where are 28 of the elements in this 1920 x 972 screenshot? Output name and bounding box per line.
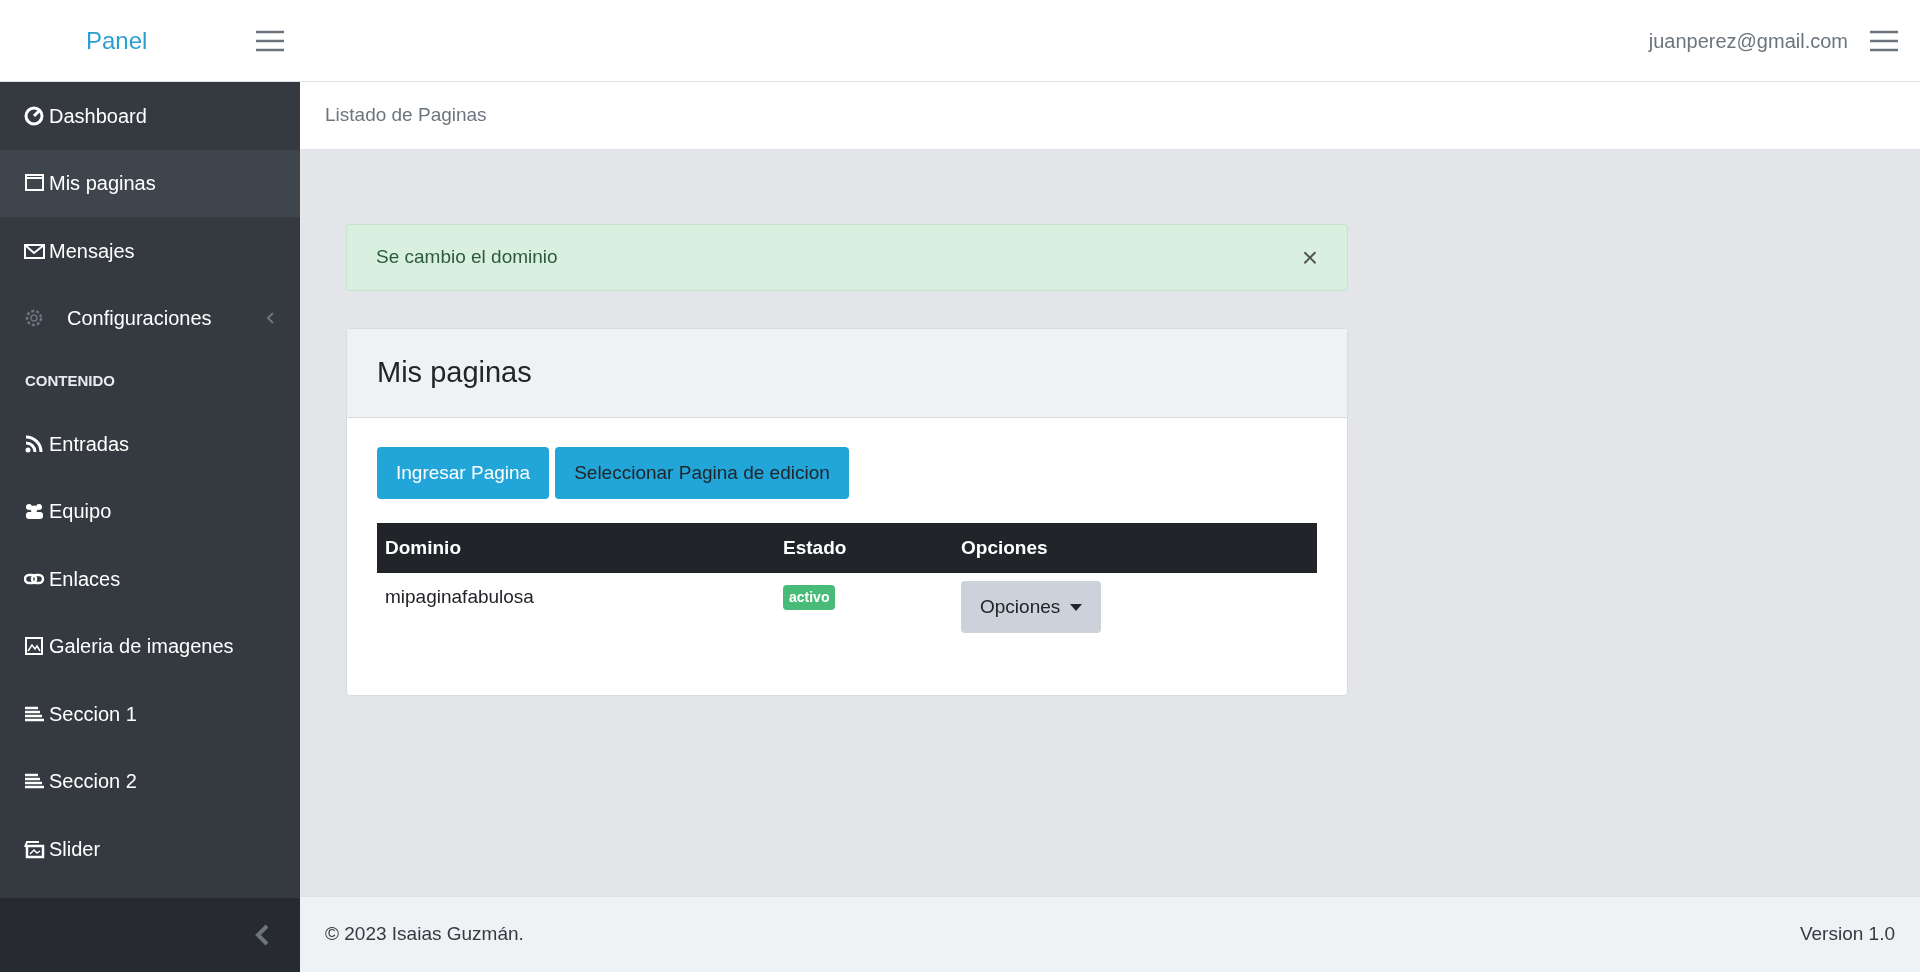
copyright-text: © 2023 Isaias Guzmán. (325, 922, 524, 947)
sidebar-section-header: CONTENIDO (25, 370, 115, 391)
close-button[interactable]: × (1301, 243, 1318, 272)
user-email[interactable]: juanperez@gmail.com (1648, 25, 1848, 56)
users-icon (24, 501, 45, 522)
column-header: Estado (775, 523, 953, 573)
breadcrumb: Listado de Paginas (325, 103, 487, 128)
chevron-left-icon[interactable] (254, 923, 270, 947)
alert-message: Se cambio el dominio (376, 245, 558, 270)
options-dropdown-button[interactable]: Opciones (961, 581, 1102, 633)
image-icon (24, 636, 45, 657)
column-header: Dominio (377, 523, 775, 573)
status-badge: activo (783, 585, 836, 610)
caret-down-icon (1070, 603, 1083, 611)
menu-icon[interactable] (1870, 28, 1898, 53)
chevron-icon (266, 312, 274, 325)
rss-icon (24, 433, 45, 454)
menu-icon[interactable] (256, 28, 284, 53)
window-icon (24, 173, 45, 194)
column-header: Opciones (953, 523, 1317, 573)
card-title: Mis paginas (377, 355, 532, 391)
action-button[interactable]: Seleccionar Pagina de edicion (555, 447, 849, 499)
gauge-icon (24, 105, 45, 126)
version-text: Version 1.0 (1799, 922, 1895, 947)
sidebar-item[interactable]: Mis paginas (0, 149, 300, 217)
photos-icon (24, 838, 45, 859)
gear-icon (24, 308, 45, 329)
table-cell: mipaginafabulosa (377, 573, 775, 633)
